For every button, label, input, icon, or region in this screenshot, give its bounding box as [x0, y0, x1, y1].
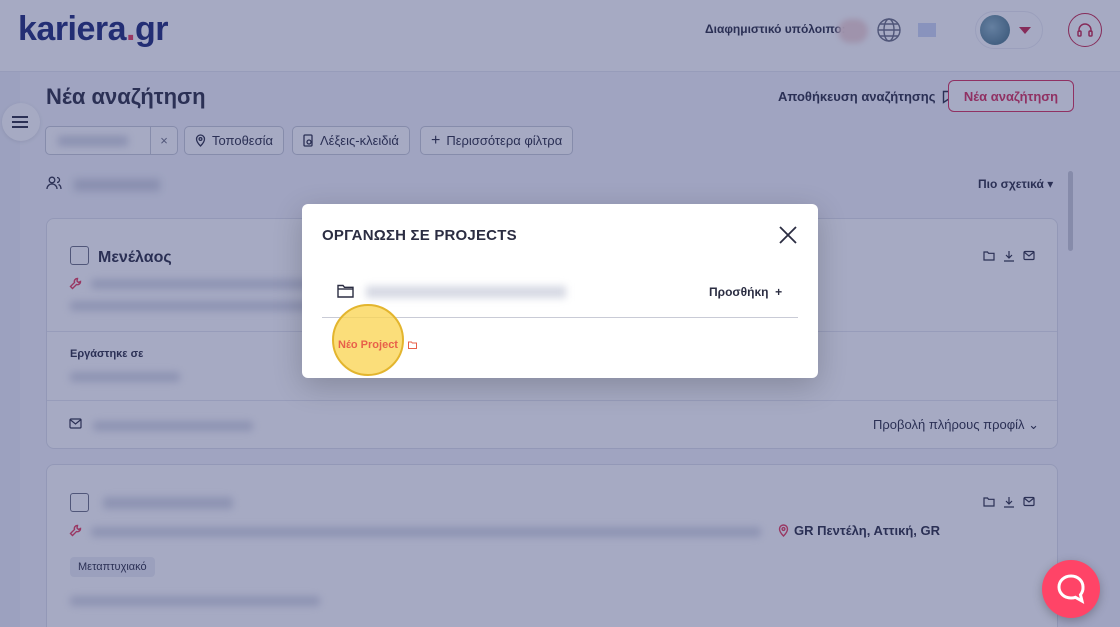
add-to-project-button[interactable]: Προσθήκη +: [709, 285, 782, 299]
plus-icon: +: [775, 285, 783, 299]
folder-icon: [337, 284, 354, 298]
modal-title: ΟΡΓΑΝΩΣΗ ΣΕ PROJECTS: [322, 227, 517, 244]
folder-add-icon[interactable]: [408, 341, 417, 349]
project-row: Προσθήκη +: [322, 268, 798, 318]
add-label: Προσθήκη: [709, 285, 769, 299]
help-chat-button[interactable]: [1042, 560, 1100, 618]
chat-bubble-icon: [1057, 574, 1085, 604]
close-icon[interactable]: [777, 224, 799, 246]
new-project-button[interactable]: Νέο Project: [338, 339, 398, 351]
project-name: [366, 286, 566, 298]
